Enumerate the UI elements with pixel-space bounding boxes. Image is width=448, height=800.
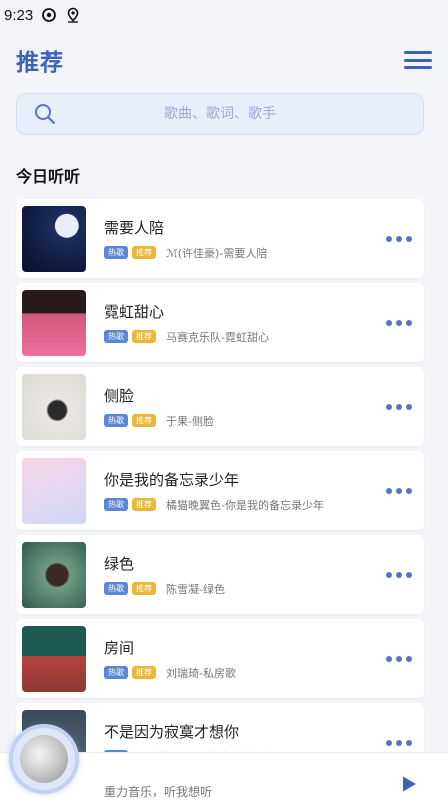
list-item[interactable]: 绿色 热歌 推荐 陈雪凝-绿色 (16, 535, 424, 614)
menu-icon[interactable] (404, 48, 432, 72)
song-title: 不是因为寂寞才想你 (104, 722, 240, 741)
song-artist: 陈雪凝-绿色 (166, 582, 225, 596)
song-artist: 于果-侧脸 (166, 414, 214, 428)
album-cover (22, 457, 86, 524)
list-item[interactable]: 你是我的备忘录少年 热歌 推荐 橘猫晚翼色-你是我的备忘录少年 (16, 451, 424, 530)
tag-badge: 热歌 (104, 330, 128, 343)
more-icon[interactable] (386, 403, 412, 410)
more-icon[interactable] (386, 319, 412, 326)
section-title: 今日听听 (16, 167, 81, 186)
tag-badge: 热歌 (104, 414, 128, 427)
disc-icon[interactable] (9, 724, 79, 794)
tag-badge: 热歌 (104, 498, 128, 511)
more-icon[interactable] (386, 571, 412, 578)
tag-badge: 推荐 (132, 330, 156, 343)
song-title: 房间 (104, 638, 135, 657)
location-icon (67, 7, 79, 23)
search-bar[interactable] (16, 93, 424, 135)
tag-badge: 推荐 (132, 666, 156, 679)
more-icon[interactable] (386, 739, 412, 746)
song-artist: 刘瑞琦-私房歌 (166, 666, 236, 680)
tag-badge: 热歌 (104, 666, 128, 679)
page-title: 推荐 (16, 50, 64, 76)
song-title: 你是我的备忘录少年 (104, 470, 240, 489)
tag-badge: 推荐 (132, 414, 156, 427)
song-artist: 橘猫晚翼色-你是我的备忘录少年 (166, 498, 324, 512)
sync-icon (42, 8, 57, 22)
list-item[interactable]: 侧脸 热歌 推荐 于果-侧脸 (16, 367, 424, 446)
player-cover (20, 735, 68, 783)
play-icon[interactable] (400, 775, 418, 793)
search-input[interactable] (57, 106, 423, 122)
album-cover (22, 625, 86, 692)
album-cover (22, 373, 86, 440)
more-icon[interactable] (386, 487, 412, 494)
search-icon (35, 104, 56, 125)
song-title: 绿色 (104, 554, 135, 573)
song-title: 需要人陪 (104, 218, 165, 237)
album-cover (22, 541, 86, 608)
song-list: 需要人陪 热歌 推荐 ℳ(许佳豪)-需要人陪 霓虹甜心 热歌 推荐 马赛克乐队-… (16, 199, 424, 787)
tag-badge: 推荐 (132, 498, 156, 511)
status-time: 9:23 (4, 6, 34, 24)
more-icon[interactable] (386, 655, 412, 662)
tag-badge: 推荐 (132, 582, 156, 595)
album-cover (22, 205, 86, 272)
tag-badge: 推荐 (132, 246, 156, 259)
list-item[interactable]: 房间 热歌 推荐 刘瑞琦-私房歌 (16, 619, 424, 698)
tag-badge: 热歌 (104, 246, 128, 259)
song-artist: ℳ(许佳豪)-需要人陪 (166, 246, 268, 260)
album-cover (22, 289, 86, 356)
header: 推荐 (0, 38, 448, 82)
song-title: 侧脸 (104, 386, 135, 405)
song-title: 霓虹甜心 (104, 302, 165, 321)
status-bar: 9:23 (0, 0, 448, 30)
list-item[interactable]: 霓虹甜心 热歌 推荐 马赛克乐队-霓虹甜心 (16, 283, 424, 362)
song-artist: 马赛克乐队-霓虹甜心 (166, 330, 269, 344)
player-text: 重力音乐，听我想听 (104, 785, 213, 799)
more-icon[interactable] (386, 235, 412, 242)
tag-badge: 热歌 (104, 582, 128, 595)
list-item[interactable]: 需要人陪 热歌 推荐 ℳ(许佳豪)-需要人陪 (16, 199, 424, 278)
